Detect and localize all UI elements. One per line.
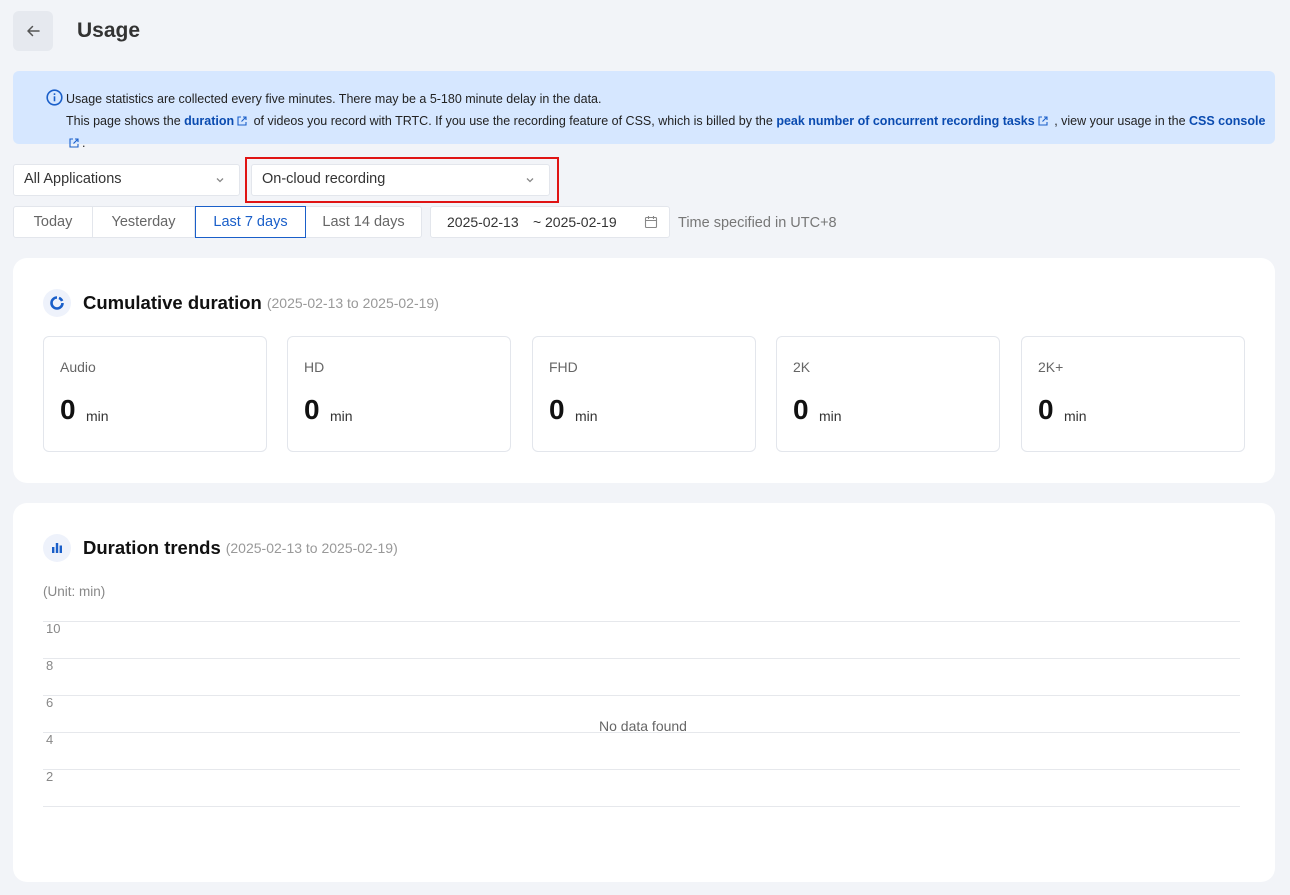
external-link-icon bbox=[1038, 116, 1048, 126]
gridline bbox=[43, 769, 1240, 770]
trends-title: Duration trends bbox=[83, 537, 221, 558]
metric-hd: HD 0 min bbox=[287, 336, 511, 452]
notice-banner: Usage statistics are collected every fiv… bbox=[13, 71, 1275, 150]
bar-chart-icon bbox=[43, 534, 71, 562]
external-link-icon bbox=[237, 116, 247, 126]
page-title: Usage bbox=[77, 19, 141, 42]
chevron-down-icon bbox=[216, 178, 224, 183]
gridline bbox=[43, 806, 1240, 807]
notice-line-1: Usage statistics are collected every fiv… bbox=[66, 92, 602, 106]
info-icon bbox=[46, 89, 63, 106]
y-tick-label: 4 bbox=[46, 732, 54, 747]
gridline bbox=[43, 695, 1240, 696]
application-select[interactable]: All Applications bbox=[13, 164, 240, 196]
trends-header: Duration trends (2025-02-13 to 2025-02-1… bbox=[43, 534, 398, 562]
range-last-7-days[interactable]: Last 7 days bbox=[195, 206, 306, 238]
y-tick-label: 8 bbox=[46, 658, 54, 673]
donut-chart-icon bbox=[43, 289, 71, 317]
y-tick-label: 10 bbox=[46, 621, 61, 636]
cumulative-range: (2025-02-13 to 2025-02-19) bbox=[266, 295, 439, 311]
notice-line-2: This page shows the duration of videos y… bbox=[66, 114, 1266, 150]
metric-fhd: FHD 0 min bbox=[532, 336, 756, 452]
gridline bbox=[43, 621, 1240, 622]
timezone-note: Time specified in UTC+8 bbox=[678, 215, 837, 231]
cumulative-header: Cumulative duration (2025-02-13 to 2025-… bbox=[43, 289, 439, 317]
date-start: 2025-02-13 bbox=[447, 214, 519, 230]
date-separator: ~ bbox=[533, 214, 542, 230]
peak-tasks-link[interactable]: peak number of concurrent recording task… bbox=[776, 114, 1034, 128]
chart-unit-label: (Unit: min) bbox=[43, 584, 106, 599]
metric-2k: 2K 0 min bbox=[776, 336, 1000, 452]
range-last-14-days[interactable]: Last 14 days bbox=[306, 206, 422, 238]
back-button[interactable] bbox=[13, 11, 53, 51]
external-link-icon bbox=[69, 138, 79, 148]
date-range-tabs: Today Yesterday Last 7 days Last 14 days bbox=[13, 206, 422, 238]
arrow-left-icon bbox=[27, 25, 40, 37]
duration-link[interactable]: duration bbox=[184, 114, 234, 128]
metric-2k-plus: 2K+ 0 min bbox=[1021, 336, 1245, 452]
calendar-icon bbox=[644, 216, 658, 229]
date-range-picker[interactable]: 2025-02-13 ~ 2025-02-19 bbox=[430, 206, 670, 238]
cumulative-title: Cumulative duration bbox=[83, 292, 262, 313]
y-tick-label: 2 bbox=[46, 769, 54, 784]
metric-audio: Audio 0 min bbox=[43, 336, 267, 452]
trends-range: (2025-02-13 to 2025-02-19) bbox=[225, 540, 398, 556]
y-tick-label: 6 bbox=[46, 695, 54, 710]
duration-trends-card: Duration trends (2025-02-13 to 2025-02-1… bbox=[13, 503, 1275, 882]
no-data-message: No data found bbox=[599, 718, 687, 734]
gridline bbox=[43, 658, 1240, 659]
cumulative-duration-card: Cumulative duration (2025-02-13 to 2025-… bbox=[13, 258, 1275, 483]
range-yesterday[interactable]: Yesterday bbox=[93, 206, 195, 238]
date-end: 2025-02-19 bbox=[545, 214, 617, 230]
css-console-link[interactable]: CSS console bbox=[1189, 114, 1265, 128]
range-today[interactable]: Today bbox=[13, 206, 93, 238]
highlight-box bbox=[245, 157, 559, 203]
